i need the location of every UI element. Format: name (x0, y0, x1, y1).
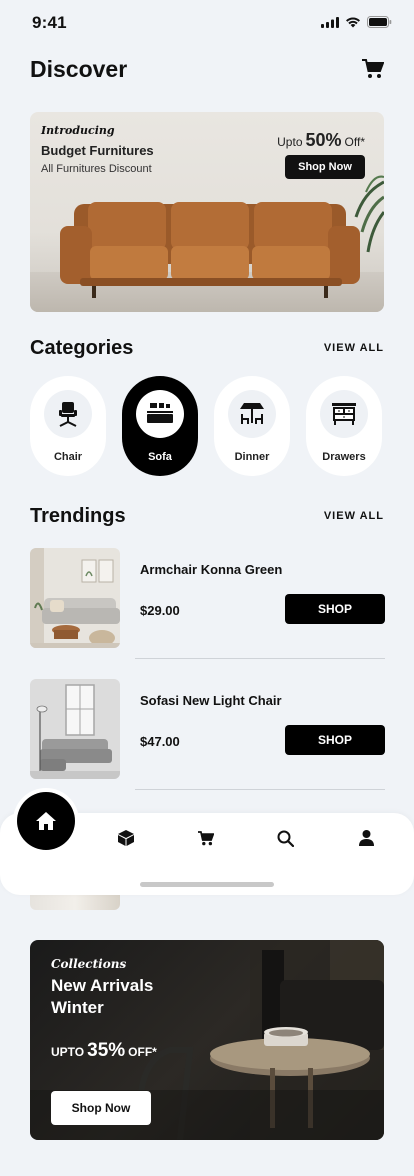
hero-subtitle: All Furnitures Discount (41, 163, 152, 175)
hero-shop-now-button[interactable]: Shop Now (285, 155, 365, 179)
battery-icon (367, 16, 392, 28)
chair-icon (59, 402, 77, 427)
categories-title: Categories (30, 336, 134, 359)
status-icons (321, 16, 392, 28)
collection-upto-suffix: OFF* (128, 1045, 157, 1059)
home-fab-inner (17, 792, 75, 850)
trendings-view-all-link[interactable]: VIEW ALL (324, 510, 384, 522)
trending-item-name: Sofasi New Light Chair (140, 693, 282, 708)
box-icon (118, 830, 134, 846)
trending-shop-button[interactable]: SHOP (285, 725, 385, 755)
drawers-icon-wrap (320, 390, 368, 438)
search-icon (277, 830, 294, 847)
hero-upto-prefix: Upto (277, 135, 303, 149)
categories-list: Chair Sofa Dinner Drawers (30, 376, 384, 476)
trendings-header: Trendings VIEW ALL (30, 503, 384, 529)
category-dinner[interactable]: Dinner (214, 376, 290, 476)
nav-cart-button[interactable] (197, 829, 215, 847)
trendings-title: Trendings (30, 504, 126, 527)
category-label: Sofa (148, 451, 172, 463)
home-fab[interactable] (13, 788, 79, 854)
categories-view-all-link[interactable]: VIEW ALL (324, 342, 384, 354)
collection-upto-value: 35% (87, 1040, 126, 1061)
category-label: Chair (53, 451, 83, 463)
status-bar: 9:41 (0, 0, 414, 46)
divider (135, 658, 385, 659)
sofa-image (60, 202, 360, 298)
page-title: Discover (30, 55, 128, 82)
hero-discount: Upto 50% Off* (277, 130, 365, 151)
nav-search-button[interactable] (276, 829, 294, 847)
trending-shop-button[interactable]: SHOP (285, 594, 385, 624)
category-chair[interactable]: Chair (30, 376, 106, 476)
armchair-konna-image (30, 548, 120, 648)
trending-item[interactable]: Armchair Konna Green $29.00 SHOP (30, 548, 385, 648)
chair-icon-wrap (44, 390, 92, 438)
collection-title: New Arrivals Winter (51, 976, 154, 1017)
hero-upto-suffix: Off* (344, 135, 365, 149)
hero-introducing: Introducing (41, 124, 115, 137)
category-drawers[interactable]: Drawers (306, 376, 382, 476)
divider (135, 789, 385, 790)
wifi-icon (346, 17, 360, 28)
trending-item-peek (30, 895, 120, 910)
category-label: Dinner (234, 451, 270, 463)
hero-title: Budget Furnitures (41, 143, 154, 158)
profile-icon (358, 830, 374, 846)
dining-table-icon (240, 403, 264, 424)
categories-header: Categories VIEW ALL (30, 335, 384, 361)
sofasi-new-light-chair-image (30, 679, 120, 779)
collection-shop-now-button[interactable]: Shop Now (51, 1091, 151, 1125)
home-indicator (140, 882, 274, 887)
home-icon (36, 812, 56, 830)
category-sofa[interactable]: Sofa (122, 376, 198, 476)
hero-banner[interactable]: Introducing Budget Furnitures All Furnit… (30, 112, 384, 312)
trending-item-price: $47.00 (140, 734, 180, 749)
signal-icon (321, 16, 339, 28)
drawers-icon (332, 403, 356, 425)
cart-icon (198, 830, 214, 845)
trending-item-name: Armchair Konna Green (140, 562, 283, 577)
cart-icon[interactable] (362, 59, 384, 79)
sofa-icon-wrap (136, 390, 184, 438)
collection-script-label: Collections (51, 957, 127, 971)
collection-upto-prefix: UPTO (51, 1045, 85, 1059)
nav-box-button[interactable] (117, 829, 135, 847)
hero-upto-value: 50% (305, 130, 342, 150)
trending-item[interactable]: Sofasi New Light Chair $47.00 SHOP (30, 679, 385, 779)
status-time: 9:41 (32, 13, 67, 32)
sofa-icon (147, 403, 173, 423)
category-label: Drawers (322, 451, 366, 463)
trending-item-price: $29.00 (140, 603, 180, 618)
collection-banner[interactable]: Collections New Arrivals Winter UPTO 35%… (30, 940, 384, 1140)
collection-discount: UPTO 35% OFF* (51, 1040, 157, 1062)
header: Discover (30, 52, 384, 86)
dining-table-icon-wrap (228, 390, 276, 438)
nav-profile-button[interactable] (357, 829, 375, 847)
